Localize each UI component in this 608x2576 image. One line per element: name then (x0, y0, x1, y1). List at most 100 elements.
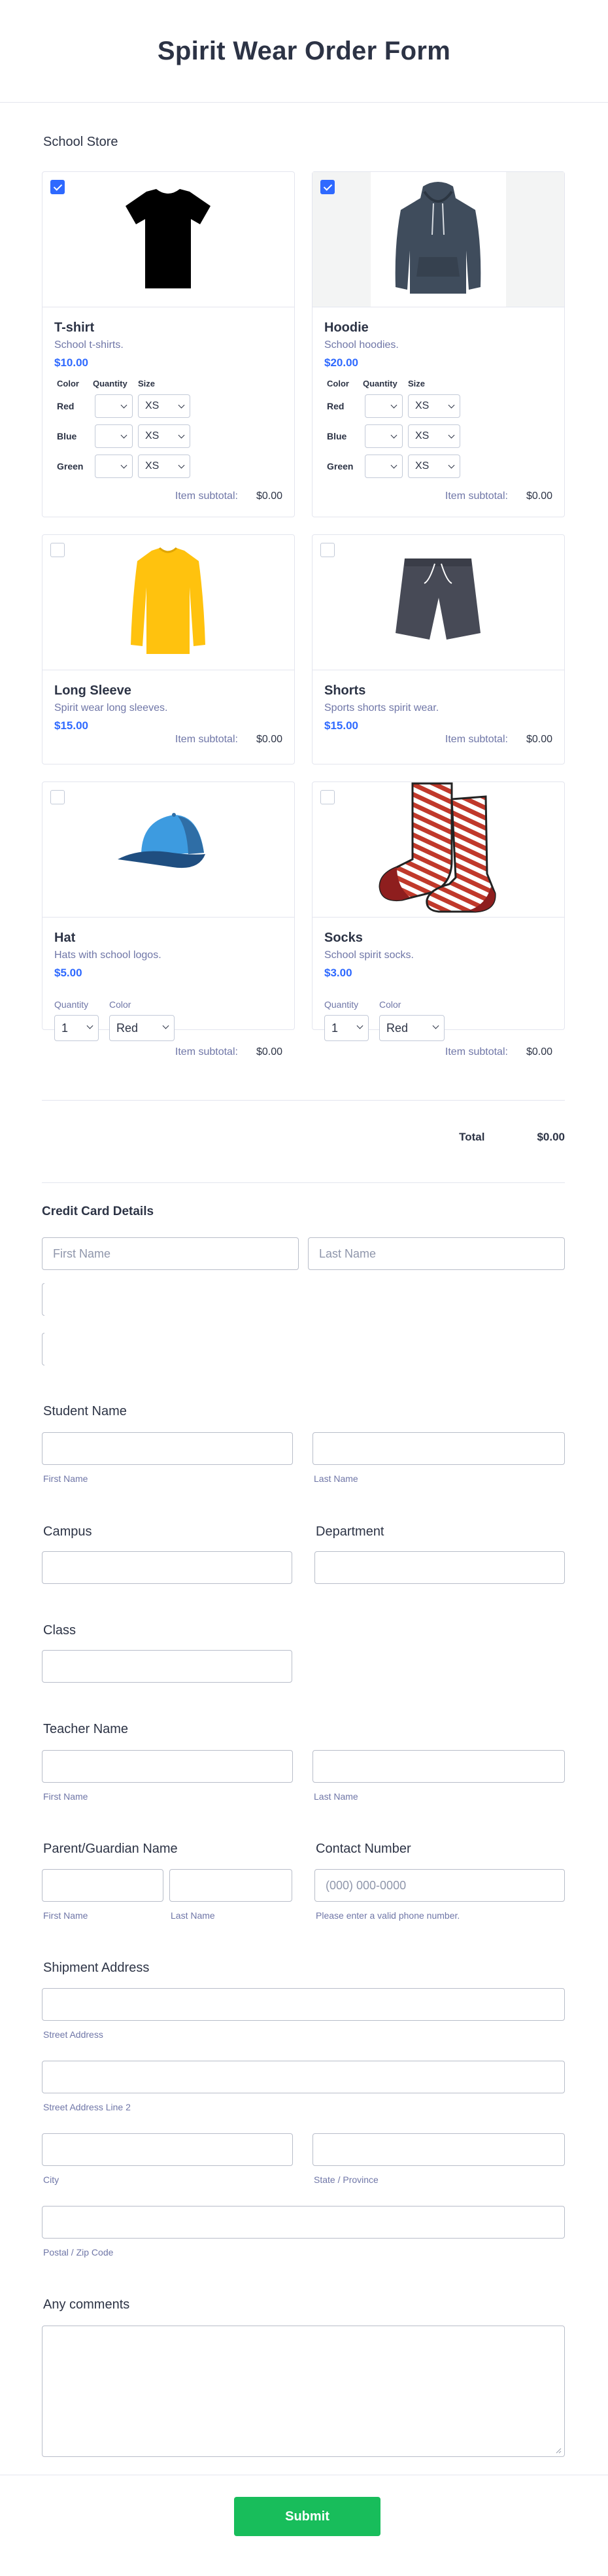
product-checkbox[interactable] (320, 543, 335, 557)
product-description: Sports shorts spirit wear. (324, 702, 439, 713)
student-last-name-sublabel: Last Name (314, 1473, 358, 1484)
school-store-label: School Store (43, 135, 118, 149)
size-select[interactable]: XS (408, 394, 460, 418)
card-first-name-field[interactable]: First Name (42, 1237, 299, 1270)
item-subtotal: Item subtotal: $0.00 (175, 490, 282, 502)
product-checkbox[interactable] (320, 790, 335, 804)
product-options: Quantity 1 Color Red (324, 999, 552, 1041)
product-options: Quantity 1 Color Red (54, 999, 282, 1041)
contact-number-field[interactable]: (000) 000-0000 (314, 1869, 565, 1902)
product-card-long-sleeve[interactable]: Long Sleeve Spirit wear long sleeves. $1… (42, 534, 295, 764)
submit-button[interactable]: Submit (234, 2497, 380, 2536)
street-address-field[interactable] (42, 1988, 565, 2021)
student-first-name-field[interactable] (42, 1432, 293, 1465)
product-description: School hoodies. (324, 339, 399, 351)
credit-card-label: Credit Card Details (42, 1205, 154, 1218)
color-select[interactable]: Red (109, 1015, 175, 1041)
item-subtotal: Item subtotal: $0.00 (445, 490, 552, 502)
option-color-label: Green (57, 461, 84, 472)
size-select[interactable]: XS (408, 424, 460, 448)
option-color-label: Blue (327, 431, 347, 441)
product-options: Color Quantity Size Red XS Blue XS Green (54, 379, 282, 479)
socks-icon (379, 782, 496, 913)
card-number-field[interactable] (42, 1283, 44, 1316)
product-price: $15.00 (54, 719, 88, 732)
option-color-label: Red (327, 401, 345, 411)
teacher-first-name-sublabel: First Name (43, 1791, 88, 1802)
class-field[interactable] (42, 1650, 292, 1683)
quantity-select[interactable]: 1 (324, 1015, 369, 1041)
color-label: Color (379, 999, 401, 1010)
city-sublabel: City (43, 2174, 59, 2185)
campus-label: Campus (43, 1524, 92, 1539)
options-header-color: Color (327, 379, 349, 388)
product-checkbox[interactable] (50, 180, 65, 194)
options-header-color: Color (57, 379, 79, 388)
street-address-line2-field[interactable] (42, 2061, 565, 2093)
product-grid: T-shirt School t-shirts. $10.00 Color Qu… (42, 171, 565, 1057)
option-color-label: Red (57, 401, 75, 411)
product-description: Spirit wear long sleeves. (54, 702, 168, 713)
product-card-hat[interactable]: Hat Hats with school logos. $5.00 Quanti… (42, 781, 295, 1057)
state-field[interactable] (312, 2133, 565, 2166)
options-header-quantity: Quantity (93, 379, 127, 388)
quantity-select[interactable] (95, 424, 133, 448)
quantity-select[interactable] (95, 455, 133, 478)
color-label: Color (109, 999, 131, 1010)
postal-code-field[interactable] (42, 2206, 565, 2239)
quantity-select[interactable] (365, 455, 403, 478)
size-value: XS (415, 460, 430, 472)
teacher-first-name-field[interactable] (42, 1750, 293, 1783)
size-select[interactable]: XS (138, 394, 190, 418)
size-select[interactable]: XS (138, 455, 190, 478)
size-value: XS (415, 430, 430, 441)
product-image-box (312, 535, 564, 670)
campus-field[interactable] (42, 1551, 292, 1584)
product-name: Hat (54, 931, 76, 945)
product-card-shorts[interactable]: Shorts Sports shorts spirit wear. $15.00… (312, 534, 565, 764)
size-value: XS (145, 460, 160, 472)
card-details-field[interactable] (42, 1333, 44, 1365)
color-select[interactable]: Red (379, 1015, 445, 1041)
product-card-hoodie[interactable]: Hoodie School hoodies. $20.00 Color Quan… (312, 171, 565, 517)
product-checkbox[interactable] (320, 180, 335, 194)
chevron-down-icon (178, 462, 185, 469)
option-row-green: Green XS (54, 454, 282, 479)
student-name-label: Student Name (43, 1404, 127, 1418)
product-image-box (42, 782, 294, 918)
student-last-name-field[interactable] (312, 1432, 565, 1465)
parent-last-name-field[interactable] (169, 1869, 292, 1902)
shorts-icon (396, 558, 481, 640)
product-card-socks[interactable]: Socks School spirit socks. $3.00 Quantit… (312, 781, 565, 1057)
chevron-down-icon (390, 462, 397, 469)
contact-number-label: Contact Number (316, 1842, 411, 1856)
product-name: Shorts (324, 683, 366, 698)
size-select[interactable]: XS (408, 455, 460, 478)
chevron-down-icon (178, 402, 185, 409)
quantity-select[interactable] (95, 394, 133, 418)
quantity-select[interactable] (365, 394, 403, 418)
option-row-red: Red XS (324, 394, 552, 419)
size-select[interactable]: XS (138, 424, 190, 448)
product-price: $15.00 (324, 719, 358, 732)
product-checkbox[interactable] (50, 790, 65, 804)
contact-number-sublabel: Please enter a valid phone number. (316, 1910, 460, 1921)
product-checkbox[interactable] (50, 543, 65, 557)
resize-grip-icon[interactable] (555, 2447, 562, 2454)
chevron-down-icon (432, 1022, 439, 1029)
product-card-tshirt[interactable]: T-shirt School t-shirts. $10.00 Color Qu… (42, 171, 295, 517)
quantity-select[interactable] (365, 424, 403, 448)
parent-first-name-field[interactable] (42, 1869, 163, 1902)
department-label: Department (316, 1524, 384, 1539)
product-price: $3.00 (324, 967, 352, 979)
quantity-select[interactable]: 1 (54, 1015, 99, 1041)
department-field[interactable] (314, 1551, 565, 1584)
long-sleeve-icon (131, 547, 205, 654)
chevron-down-icon (178, 432, 185, 439)
chevron-down-icon (120, 462, 127, 469)
total-value: $0.00 (537, 1131, 565, 1143)
teacher-last-name-field[interactable] (312, 1750, 565, 1783)
city-field[interactable] (42, 2133, 293, 2166)
comments-textarea[interactable] (42, 2326, 565, 2457)
card-last-name-field[interactable]: Last Name (308, 1237, 565, 1270)
